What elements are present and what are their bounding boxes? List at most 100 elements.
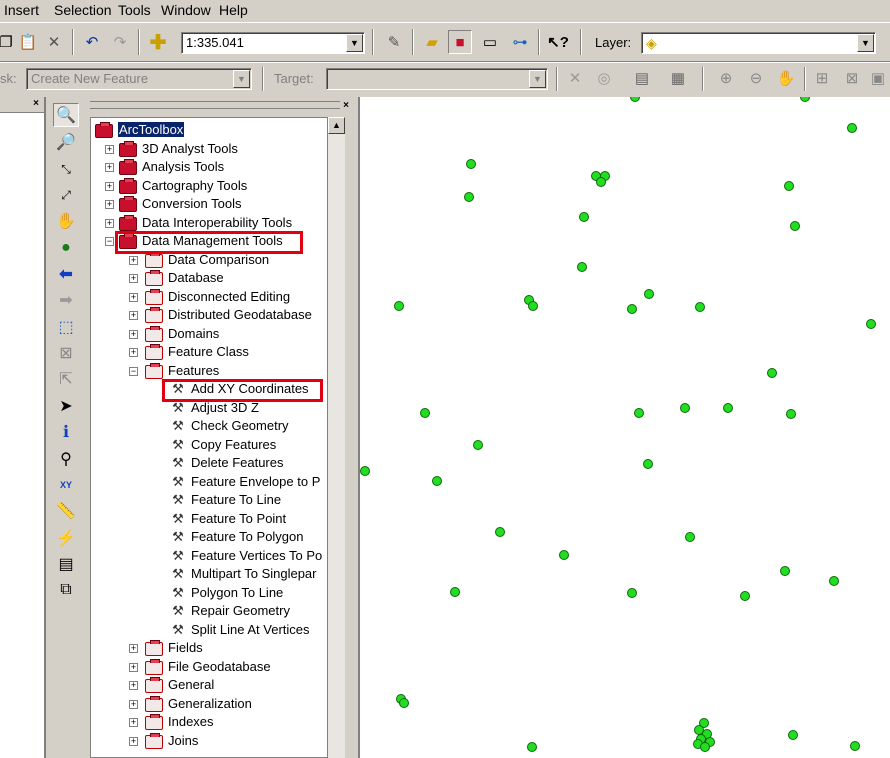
tree-item-label: Data Interoperability Tools — [142, 215, 293, 230]
zoom-in-icon[interactable]: 🔍 — [53, 103, 79, 127]
create-viewer-icon[interactable]: ⧉ — [53, 578, 79, 602]
zoom-out-fixed-icon[interactable]: ⊖ — [744, 66, 768, 90]
chevron-down-icon[interactable]: ▼ — [857, 34, 874, 52]
expand-icon[interactable]: + — [105, 145, 114, 154]
chevron-down-icon[interactable]: ▼ — [346, 34, 363, 52]
chevron-down-icon[interactable]: ▼ — [529, 70, 546, 88]
fixed-zoom-in-icon[interactable]: ⊞ — [810, 66, 834, 90]
hyperlink-icon[interactable]: ⚡ — [53, 526, 79, 550]
fixed-zoom-out-icon[interactable]: ⊠ — [840, 66, 864, 90]
toolbox-icon — [119, 196, 137, 212]
tool-label: Multipart To Singlepar — [191, 566, 317, 581]
collapse-icon[interactable]: − — [129, 367, 138, 376]
highlight-data-management — [115, 231, 303, 254]
pan-tool-icon[interactable]: ✋ — [774, 66, 798, 90]
scroll-up-icon[interactable]: ▲ — [328, 117, 345, 134]
tree-scrollbar[interactable]: ▲ — [328, 117, 345, 758]
map-view[interactable] — [358, 97, 890, 758]
menu-selection[interactable]: Selection — [54, 2, 112, 18]
close-icon[interactable]: × — [30, 98, 42, 110]
map-point — [394, 301, 404, 311]
menu-tools[interactable]: Tools — [118, 2, 151, 18]
expand-icon[interactable]: + — [129, 348, 138, 357]
fixed-zoom-in-icon[interactable]: ⤡ — [53, 157, 79, 181]
expand-icon[interactable]: + — [129, 330, 138, 339]
expand-icon[interactable]: + — [105, 182, 114, 191]
identify-icon[interactable]: ℹ — [53, 420, 79, 444]
layer-combo[interactable]: ◈ ▼ — [641, 32, 876, 54]
sketch-properties-icon[interactable]: ▦ — [666, 66, 690, 90]
task-value: Create New Feature — [31, 71, 149, 86]
expand-icon[interactable]: + — [129, 700, 138, 709]
toolbox-icon — [119, 159, 137, 175]
fixed-zoom-out-icon[interactable]: ⤢ — [53, 183, 79, 207]
hammer-icon: ⚒ — [172, 585, 184, 600]
hammer-icon: ⚒ — [172, 492, 184, 507]
zoom-out-icon[interactable]: 🔎 — [53, 130, 79, 154]
select-features-icon[interactable]: ⬚ — [53, 315, 79, 339]
standard-toolbar: ❐ 📋 ✕ ↶ ↷ ✚ 1:335.041 ▼ ✎ ▰ ■ ▭ ⊶ ↖? Lay… — [0, 22, 890, 62]
map-scale-combo[interactable]: 1:335.041 ▼ — [181, 32, 365, 54]
menu-window[interactable]: Window — [161, 2, 211, 18]
measure-icon[interactable]: 📏 — [53, 499, 79, 523]
layer-icon: ◈ — [646, 35, 657, 51]
add-data-icon[interactable]: ✚ — [146, 30, 170, 54]
panel-grip[interactable] — [90, 101, 340, 109]
task-combo[interactable]: Create New Feature ▼ — [26, 68, 252, 90]
expand-icon[interactable]: + — [129, 718, 138, 727]
go-to-xy-icon[interactable]: XY — [53, 473, 79, 497]
pan-icon[interactable]: ✋ — [53, 209, 79, 233]
hammer-icon: ⚒ — [172, 548, 184, 563]
pointer-icon[interactable]: ➤ — [53, 394, 79, 418]
map-point — [450, 587, 460, 597]
menu-insert[interactable]: Insert — [4, 2, 39, 18]
modelbuilder-icon[interactable]: ⊶ — [508, 30, 532, 54]
expand-icon[interactable]: + — [105, 219, 114, 228]
collapse-icon[interactable]: − — [105, 237, 114, 246]
whats-this-icon[interactable]: ↖? — [546, 30, 570, 54]
expand-icon[interactable]: + — [129, 644, 138, 653]
chevron-down-icon[interactable]: ▼ — [233, 70, 250, 88]
clear-selection-icon[interactable]: ⊠ — [53, 341, 79, 365]
expand-icon[interactable]: + — [129, 293, 138, 302]
expand-icon[interactable]: + — [129, 737, 138, 746]
redo-icon[interactable]: ↷ — [108, 30, 132, 54]
map-point — [528, 301, 538, 311]
tree-item-label: Domains — [168, 326, 220, 341]
zoom-in-fixed-icon[interactable]: ⊕ — [714, 66, 738, 90]
expand-icon[interactable]: + — [129, 311, 138, 320]
close-icon[interactable]: × — [340, 100, 352, 112]
command-line-icon[interactable]: ▭ — [478, 30, 502, 54]
expand-icon[interactable]: + — [129, 256, 138, 265]
tool-label: Polygon To Line — [191, 585, 284, 600]
back-extent-icon[interactable]: ⬅ — [53, 262, 79, 286]
full-extent-icon[interactable]: ▣ — [866, 66, 890, 90]
paste-icon[interactable]: 📋 — [16, 30, 40, 54]
expand-icon[interactable]: + — [105, 163, 114, 172]
map-point — [847, 123, 857, 133]
delete-icon[interactable]: ✕ — [42, 30, 66, 54]
expand-icon[interactable]: + — [129, 274, 138, 283]
rotate-tool-icon[interactable]: ◎ — [592, 66, 616, 90]
expand-icon[interactable]: + — [105, 200, 114, 209]
toolset-icon — [145, 640, 163, 656]
menu-help[interactable]: Help — [219, 2, 248, 18]
undo-icon[interactable]: ↶ — [80, 30, 104, 54]
full-extent-icon[interactable]: ● — [53, 236, 79, 260]
attributes-icon[interactable]: ▤ — [630, 66, 654, 90]
layer-label: Layer: — [595, 35, 632, 50]
target-combo[interactable]: ▼ — [326, 68, 548, 90]
tree-item-label: Indexes — [168, 714, 214, 729]
forward-extent-icon[interactable]: ➡ — [53, 288, 79, 312]
editor-toolbar-icon[interactable]: ✎ — [382, 30, 406, 54]
find-icon[interactable]: ⚲ — [53, 447, 79, 471]
map-point — [643, 459, 653, 469]
html-popup-icon[interactable]: ▤ — [53, 552, 79, 576]
arctoolbox-icon[interactable]: ■ — [448, 30, 472, 54]
expand-icon[interactable]: + — [129, 681, 138, 690]
sketch-tool-icon[interactable]: ✕ — [563, 66, 587, 90]
select-elements-icon[interactable]: ⇱ — [53, 367, 79, 391]
hammer-icon: ⚒ — [172, 529, 184, 544]
arccatalog-icon[interactable]: ▰ — [420, 30, 444, 54]
expand-icon[interactable]: + — [129, 663, 138, 672]
